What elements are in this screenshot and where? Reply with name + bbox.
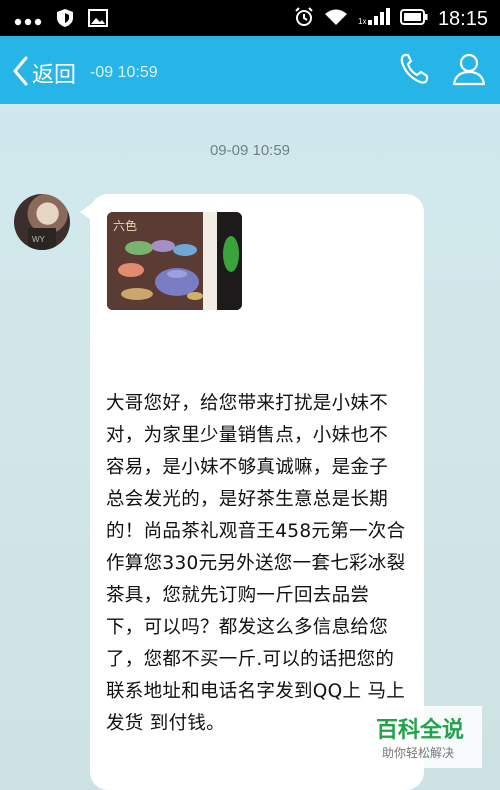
chat-timestamp: 09-09 10:59 [209, 142, 291, 159]
wifi-icon [324, 8, 348, 30]
watermark-subtitle: 助你轻松解决 [382, 746, 455, 760]
message-bubble[interactable]: 六色 大哥您好，给您带来打扰是小妹不对，为家里少量销售点，小妹也不容易，是小妹不… [90, 194, 424, 790]
phone-icon[interactable] [398, 52, 430, 90]
chevron-left-icon [12, 56, 28, 90]
avatar[interactable]: WY [14, 194, 70, 250]
more-dots-icon [14, 11, 42, 30]
image-icon [88, 9, 108, 31]
alarm-icon [294, 7, 314, 31]
shield-icon [56, 8, 74, 32]
svg-text:WY: WY [32, 235, 46, 244]
svg-text:六色: 六色 [113, 219, 137, 233]
header-subtitle: -09 10:59 [90, 64, 158, 81]
back-label: 返回 [32, 62, 77, 87]
product-photo[interactable]: 六色 [107, 212, 242, 310]
signal-icon: 1x [358, 8, 390, 30]
watermark-title: 百科全说 [376, 718, 465, 743]
message-text: 大哥您好，给您带来打扰是小妹不对，为家里少量销售点，小妹也不容易，是小妹不够真诚… [106, 393, 406, 734]
status-bar: 1x 18:15 [0, 0, 500, 36]
clock-time: 18:15 [437, 7, 488, 30]
back-button[interactable]: 返回 [12, 56, 76, 90]
watermark: 百科全说 助你轻松解决 [362, 706, 482, 768]
svg-text:1x: 1x [358, 17, 366, 26]
person-icon[interactable] [452, 52, 486, 90]
battery-icon [399, 9, 428, 29]
chat-header: 返回 -09 10:59 [0, 36, 500, 104]
